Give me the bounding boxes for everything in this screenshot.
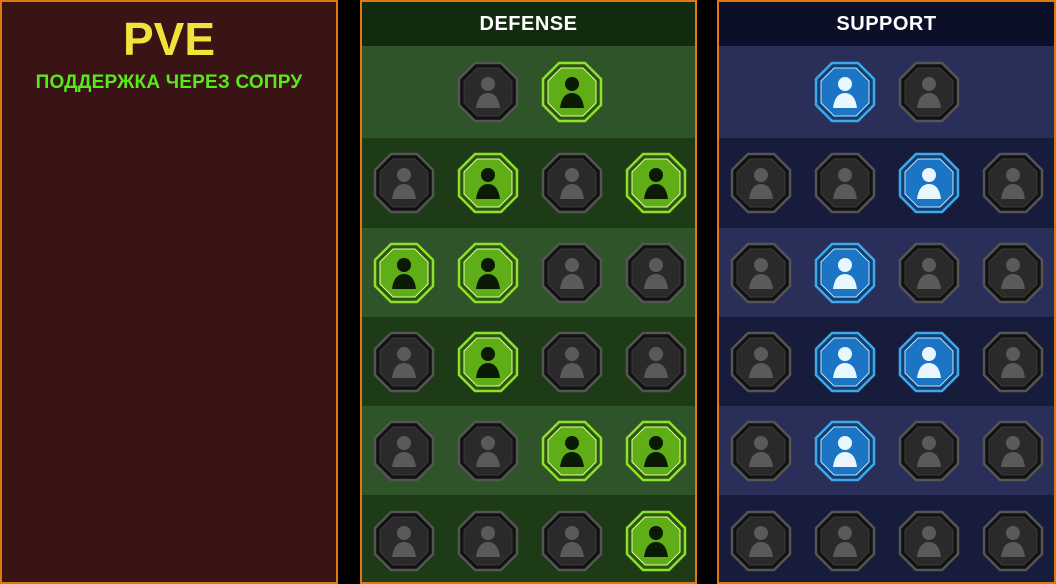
- compass-star-icon[interactable]: [729, 419, 793, 483]
- dark-heart-icon[interactable]: [540, 241, 604, 305]
- heart-hand-icon[interactable]: [456, 151, 520, 215]
- support-panel: SUPPORT: [717, 0, 1056, 584]
- support-header: SUPPORT: [719, 2, 1054, 47]
- open-hand-icon[interactable]: [540, 330, 604, 394]
- speed-lines-icon[interactable]: [981, 151, 1045, 215]
- angry-face-icon[interactable]: [981, 330, 1045, 394]
- winged-shield-icon[interactable]: [456, 509, 520, 573]
- support-subtitle: ПОДДЕРЖКА ЧЕРЕЗ СОПРУ: [35, 72, 303, 93]
- support-row: [719, 317, 1054, 406]
- winged-boot-icon[interactable]: [813, 419, 877, 483]
- twin-figures-icon[interactable]: [981, 241, 1045, 305]
- burst-figure-icon[interactable]: [540, 509, 604, 573]
- hooded-figure-icon[interactable]: [624, 241, 688, 305]
- defense-row: [362, 406, 695, 495]
- sparkle-figure-icon[interactable]: [729, 241, 793, 305]
- knight-shield-icon[interactable]: [456, 241, 520, 305]
- heart-plus-icon[interactable]: [813, 60, 877, 124]
- defense-row: [362, 495, 695, 582]
- support-row: [719, 228, 1054, 317]
- lightning-icon[interactable]: [813, 241, 877, 305]
- defense-row: [362, 138, 695, 228]
- potion-skull-icon[interactable]: [729, 509, 793, 573]
- flame-warrior-icon[interactable]: [372, 509, 436, 573]
- pve-title: PVE: [122, 13, 216, 65]
- bull-head-icon[interactable]: [624, 330, 688, 394]
- arc-shield-icon[interactable]: [813, 151, 877, 215]
- chevron-shield-icon[interactable]: [372, 151, 436, 215]
- crowd-icon[interactable]: [372, 330, 436, 394]
- crossbones-figure-icon[interactable]: [981, 419, 1045, 483]
- eagle-head-icon[interactable]: [981, 509, 1045, 573]
- support-row: [719, 495, 1054, 582]
- support-row: [719, 46, 1054, 138]
- defense-row: [362, 46, 695, 138]
- slash-eye-icon[interactable]: [897, 60, 961, 124]
- chained-heart-icon[interactable]: [729, 330, 793, 394]
- left-panel: PVE ПОДДЕРЖКА ЧЕРЕЗ СОПРУ: [0, 0, 338, 584]
- cracked-ground-icon[interactable]: [897, 241, 961, 305]
- shield-tiles-icon[interactable]: [456, 60, 520, 124]
- support-row: [719, 406, 1054, 495]
- flame-skull-icon[interactable]: [897, 151, 961, 215]
- defense-panel: DEFENSE: [360, 0, 697, 584]
- praying-hands-icon[interactable]: [729, 151, 793, 215]
- grasping-hand-icon[interactable]: [897, 509, 961, 573]
- defense-row: [362, 228, 695, 317]
- sun-skull-icon[interactable]: [540, 419, 604, 483]
- crossed-blades-icon[interactable]: [624, 151, 688, 215]
- support-row: [719, 138, 1054, 228]
- raised-fist-icon[interactable]: [540, 60, 604, 124]
- open-book-icon[interactable]: [897, 330, 961, 394]
- defense-header: DEFENSE: [362, 2, 695, 47]
- horned-skull-icon[interactable]: [813, 509, 877, 573]
- flexing-hero-icon[interactable]: [624, 509, 688, 573]
- meteor-icon[interactable]: [813, 330, 877, 394]
- claws-icon[interactable]: [456, 419, 520, 483]
- dash-runner-icon[interactable]: [372, 419, 436, 483]
- hourglass-skull-icon[interactable]: [456, 330, 520, 394]
- stone-giant-icon[interactable]: [540, 151, 604, 215]
- watching-eye-icon[interactable]: [897, 419, 961, 483]
- dodge-fighter-icon[interactable]: [372, 241, 436, 305]
- defense-row: [362, 317, 695, 406]
- swift-strike-icon[interactable]: [624, 419, 688, 483]
